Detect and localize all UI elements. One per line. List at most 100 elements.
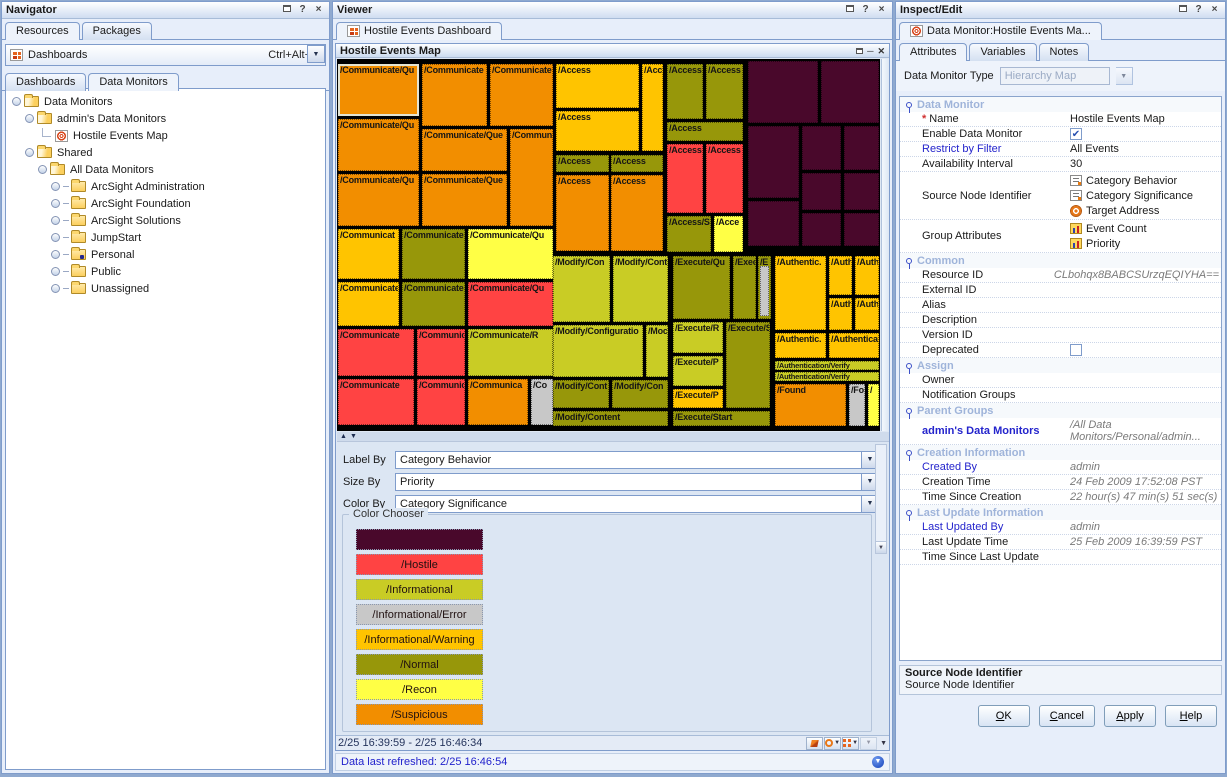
attribute-value[interactable]: Event CountPriority [1068, 220, 1221, 252]
close-icon[interactable]: × [875, 4, 888, 16]
treemap-cell[interactable] [748, 201, 799, 246]
treemap-cell[interactable]: /Access [611, 175, 663, 251]
treemap-cell[interactable]: /Communicate/Qu [338, 119, 419, 171]
tree-expander-icon[interactable] [25, 114, 34, 123]
float-icon[interactable] [856, 46, 863, 56]
color-swatch-informational-error[interactable]: /Informational/Error [356, 604, 483, 625]
treemap-cell[interactable] [802, 173, 841, 210]
close-icon[interactable]: × [1208, 4, 1221, 16]
subtab-variables[interactable]: Variables [969, 43, 1036, 61]
treemap-cell[interactable] [844, 126, 879, 170]
tree-expander-icon[interactable] [51, 267, 60, 276]
tree-expander-icon[interactable] [38, 165, 47, 174]
treemap-cell[interactable] [802, 126, 841, 170]
collapse-up-icon[interactable]: ▲ [340, 433, 347, 441]
subtab-dashboards[interactable]: Dashboards [5, 73, 86, 91]
treemap-cell[interactable]: /Access [556, 111, 639, 151]
treemap-cell[interactable]: /Communica [468, 379, 528, 425]
treemap-cell[interactable]: /Access [706, 144, 743, 213]
treemap-scrollbar[interactable] [881, 59, 889, 431]
treemap-cell[interactable]: /Execute/S [726, 322, 770, 408]
time-options-button[interactable]: ▼ [824, 737, 841, 750]
treemap-cell[interactable]: /Access [667, 64, 703, 119]
color-swatch-informational-warning[interactable]: /Informational/Warning [356, 629, 483, 650]
attribute-value[interactable]: 30 [1068, 157, 1221, 171]
attribute-value[interactable]: CLbohqx8BABCSUrzqEQIYHA== [1052, 268, 1221, 282]
color-swatch-recon[interactable]: /Recon [356, 679, 483, 700]
tree-item-arcsight-administration[interactable]: ArcSight Administration [6, 178, 325, 195]
treemap-cell[interactable]: /Communicat [338, 229, 399, 279]
color-swatch-normal[interactable]: /Normal [356, 654, 483, 675]
attribute-link[interactable]: Created By [922, 461, 977, 473]
treemap-cell[interactable]: /Execute/P [673, 389, 723, 408]
treemap-cell[interactable]: /Communica [417, 329, 465, 376]
tree-expander-icon[interactable] [12, 97, 21, 106]
attribute-value[interactable] [1068, 328, 1221, 342]
pane-splitter[interactable]: ▲ ▼ [337, 432, 889, 441]
attribute-value[interactable] [1068, 298, 1221, 312]
attribute-value[interactable]: 22 hour(s) 47 min(s) 51 sec(s) [1068, 490, 1221, 504]
map-window-header[interactable]: Hostile Events Map ─ ✕ [336, 44, 889, 58]
tree-item-admin-s-data-monitors[interactable]: admin's Data Monitors [6, 110, 325, 127]
treemap-cell[interactable] [844, 213, 879, 246]
tree-item-shared[interactable]: Shared [6, 144, 325, 161]
treemap-cell[interactable]: /Auth [855, 256, 879, 295]
treemap-cell[interactable]: /Access [556, 175, 609, 251]
attribute-value[interactable] [1068, 373, 1221, 387]
color-swatch-unlabeled[interactable] [356, 529, 483, 550]
checkbox-checked[interactable]: ✔ [1070, 128, 1082, 140]
treemap-cell[interactable]: /Execute/Qu [673, 256, 730, 319]
treemap-cell[interactable]: /Communicate [402, 282, 465, 326]
checkbox-unchecked[interactable] [1070, 344, 1082, 356]
treemap-cell[interactable]: /Execute/R [673, 322, 723, 353]
apply-button[interactable]: Apply [1104, 705, 1156, 727]
treemap-cell[interactable]: /Exec [733, 256, 756, 319]
treemap-cell[interactable]: /Moc [646, 325, 668, 377]
cancel-button[interactable]: Cancel [1039, 705, 1095, 727]
treemap-cell[interactable]: /Commun [510, 129, 553, 226]
tree-expander-icon[interactable] [51, 233, 60, 242]
attribute-value[interactable] [1068, 550, 1221, 564]
attribute-value[interactable] [1068, 343, 1221, 357]
tab-resources[interactable]: Resources [5, 22, 80, 40]
tree-item-data-monitors[interactable]: Data Monitors [6, 93, 325, 110]
attribute-value[interactable] [1068, 313, 1221, 327]
tree-item-public[interactable]: Public [6, 263, 325, 280]
treemap-cell[interactable]: /Acc [642, 64, 663, 151]
close-icon[interactable]: ✕ [877, 46, 885, 56]
tree-item-all-data-monitors[interactable]: All Data Monitors [6, 161, 325, 178]
treemap-cell[interactable]: /Authentic. [775, 256, 826, 330]
treemap-cell[interactable]: /Authenticat [829, 333, 879, 358]
treemap-cell[interactable]: /Modify/Cont [613, 256, 668, 322]
treemap-cell[interactable]: /Communicate/R [468, 329, 553, 376]
help-button[interactable]: Help [1165, 705, 1217, 727]
attribute-value[interactable]: admin [1068, 520, 1221, 534]
refresh-indicator-icon[interactable]: ▼ [872, 756, 884, 768]
tree-expander-icon[interactable] [51, 182, 60, 191]
treemap-cell[interactable]: /Modify/Con [612, 380, 668, 408]
treemap-cell[interactable]: /Co [531, 379, 553, 425]
tree-item-hostile-events-map[interactable]: Hostile Events Map [6, 127, 325, 144]
color-by-select[interactable]: Category Significance [395, 495, 862, 513]
treemap-cell[interactable]: /Access [556, 155, 609, 172]
tab-packages[interactable]: Packages [82, 22, 152, 40]
float-icon[interactable] [280, 4, 293, 16]
tree-item-arcsight-foundation[interactable]: ArcSight Foundation [6, 195, 325, 212]
treemap-cell[interactable]: /Communicate [338, 379, 414, 425]
attribute-value[interactable] [1068, 388, 1221, 402]
label-by-select[interactable]: Category Behavior [395, 451, 862, 469]
attribute-value[interactable]: Hostile Events Map [1068, 112, 1221, 126]
treemap-cell[interactable]: /Communicate/Qu [338, 64, 419, 116]
treemap-cell[interactable] [802, 213, 841, 246]
tree-item-personal[interactable]: Personal [6, 246, 325, 263]
layout-options-button[interactable]: ▼ [842, 737, 859, 750]
tree-expander-icon[interactable] [51, 216, 60, 225]
treemap-cell[interactable]: /Modify/Configuratio [553, 325, 643, 377]
treemap-cell[interactable]: /Communicate [338, 329, 414, 376]
treemap-cell[interactable] [821, 61, 879, 123]
controls-scrollbar[interactable]: ▼ [875, 444, 887, 554]
close-icon[interactable]: × [312, 4, 325, 16]
treemap-cell[interactable]: /Access/S [667, 216, 711, 252]
subtab-notes[interactable]: Notes [1039, 43, 1090, 61]
treemap-cell[interactable]: /Communicate [422, 64, 487, 126]
